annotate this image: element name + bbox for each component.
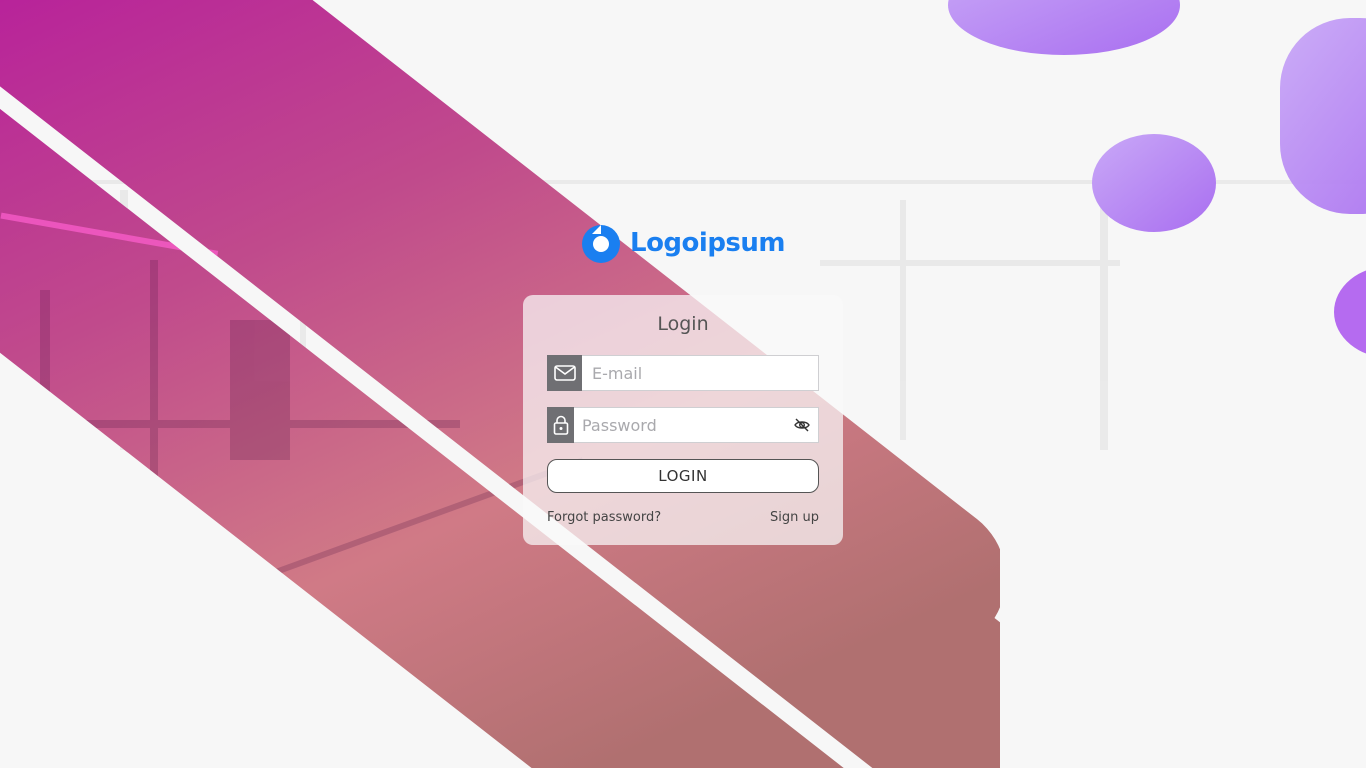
logoipsum-mark-icon	[582, 225, 620, 263]
brand-name: Logoipsum	[630, 228, 786, 258]
login-card: Login LOGIN Forgot password? Sign up	[523, 295, 843, 545]
eye-off-icon[interactable]	[793, 416, 811, 434]
lock-icon	[547, 407, 574, 443]
email-field-group	[547, 355, 819, 391]
envelope-icon	[547, 355, 582, 391]
forgot-password-link[interactable]: Forgot password?	[547, 510, 661, 525]
email-input[interactable]	[582, 355, 819, 391]
login-button[interactable]: LOGIN	[547, 459, 819, 493]
brand-logo: Logoipsum	[580, 220, 790, 266]
sign-up-link[interactable]: Sign up	[770, 510, 819, 525]
password-field-group	[547, 407, 819, 443]
password-input[interactable]	[574, 407, 819, 443]
login-title: Login	[657, 313, 709, 335]
